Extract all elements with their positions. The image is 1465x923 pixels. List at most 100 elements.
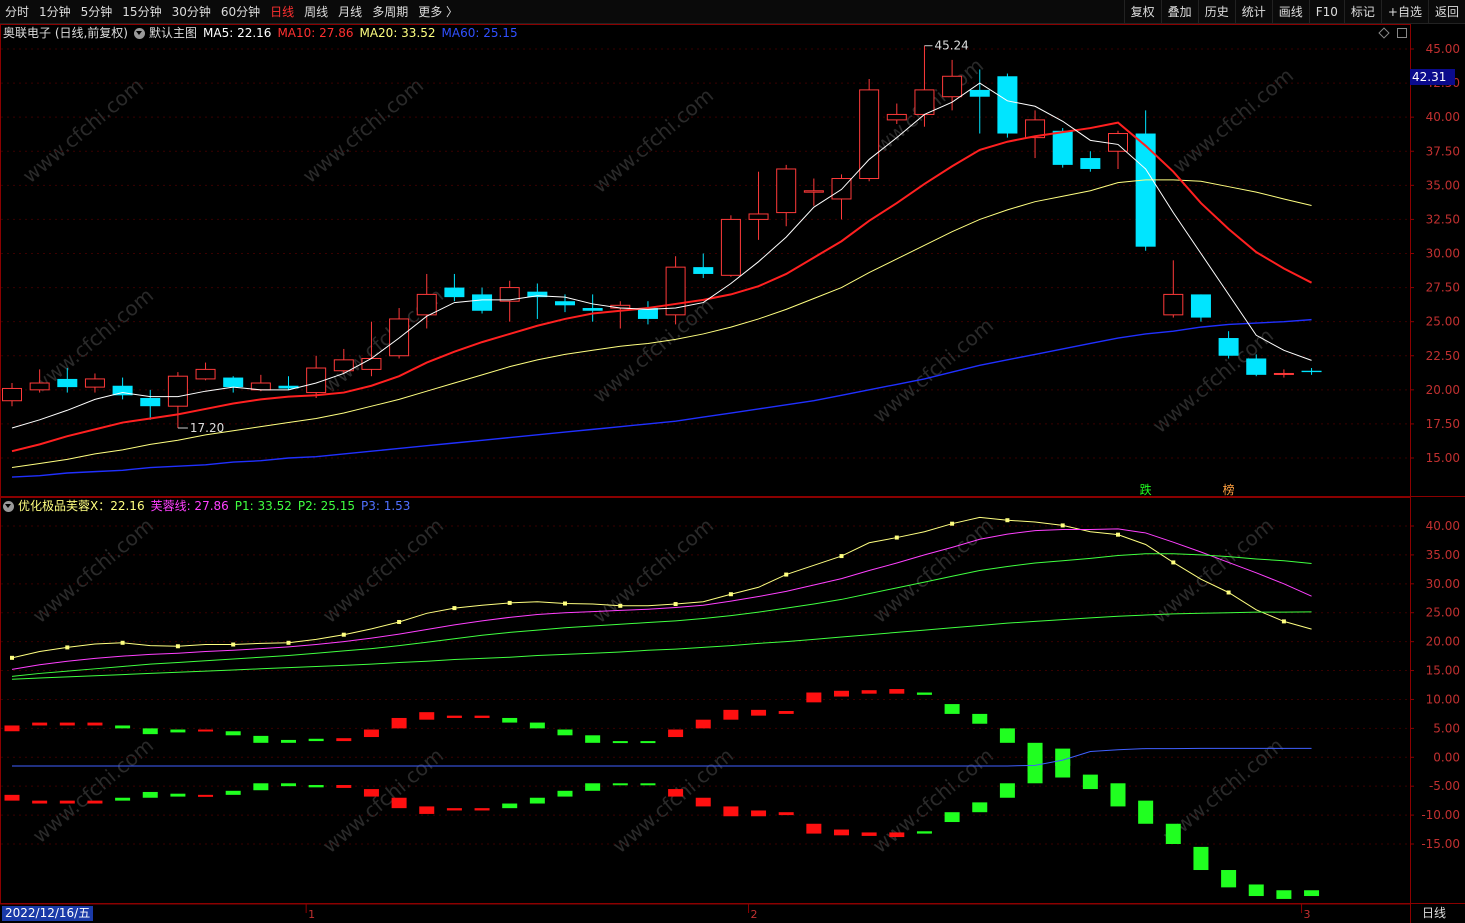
indicator-y-tick-label: 40.00: [1426, 519, 1460, 533]
indicator-bar-lower: [253, 783, 269, 791]
toolbar-button[interactable]: 历史: [1197, 0, 1235, 24]
toolbar-button[interactable]: 返回: [1427, 0, 1465, 24]
indicator-bar-upper: [198, 729, 214, 732]
indicator-bar-lower: [502, 803, 518, 809]
candle-body: [886, 113, 907, 121]
candle-body: [361, 357, 382, 370]
candle-body: [803, 190, 824, 193]
toolbar-button[interactable]: 标记: [1343, 0, 1381, 24]
toolbar-button[interactable]: 叠加: [1160, 0, 1198, 24]
watermark-text: www.cfchi.com: [28, 513, 158, 628]
indicator-bar-lower: [889, 832, 905, 838]
period-tab[interactable]: 1分钟: [34, 0, 76, 24]
candle-body: [555, 301, 575, 306]
indicator-dot: [1171, 560, 1176, 565]
indicator-bar-upper: [474, 715, 490, 718]
watermark-text: www.cfchi.com: [868, 313, 998, 428]
candle-body: [693, 267, 714, 274]
indicator-dot: [397, 619, 402, 624]
period-tab[interactable]: 周线: [299, 0, 333, 24]
main-y-tick-label: 25.00: [1426, 315, 1460, 329]
indicator-y-tick-label: -5.00: [1429, 779, 1460, 793]
period-tabs: 分时 1分钟 5分钟 15分钟 30分钟 60分钟 日线 周线 月线 多周期 更多 〉: [0, 0, 463, 24]
candle-body: [1108, 133, 1128, 152]
toolbar-button[interactable]: +自选: [1380, 0, 1428, 24]
indicator-bar-upper: [640, 741, 656, 744]
period-tab[interactable]: 更多 〉: [413, 0, 463, 24]
main-y-tick-label: 30.00: [1426, 247, 1460, 261]
candle-body: [1135, 133, 1156, 247]
indicator-bar-upper: [834, 690, 849, 697]
period-tab[interactable]: 5分钟: [76, 0, 118, 24]
period-tab[interactable]: 分时: [0, 0, 34, 24]
main-y-tick-label: 15.00: [1426, 451, 1460, 465]
indicator-y-tick-label: -15.00: [1421, 837, 1460, 851]
period-tab[interactable]: 多周期: [367, 0, 413, 24]
indicator-bar-upper: [59, 722, 75, 726]
indicator-dot: [1005, 518, 1010, 523]
period-tab[interactable]: 30分钟: [167, 0, 216, 24]
indicator-bar-lower: [446, 808, 462, 811]
watermark-text: www.cfchi.com: [588, 83, 718, 198]
indicator-bar-upper: [87, 722, 103, 726]
current-price-tag: 42.31: [1410, 69, 1455, 85]
indicator-bar-lower: [723, 806, 739, 817]
candle-body: [914, 89, 935, 115]
indicator-bar-lower: [861, 832, 877, 836]
kline-chart[interactable]: www.cfchi.com www.cfchi.com www.cfchi.com w…: [0, 24, 1465, 923]
candle-body: [776, 168, 797, 214]
indicator-bar-upper: [1276, 890, 1292, 899]
candle-body: [582, 308, 603, 311]
toolbar-button[interactable]: 统计: [1234, 0, 1272, 24]
toolbar-button[interactable]: 复权: [1123, 0, 1161, 24]
watermark-text: www.cfchi.com: [298, 73, 428, 188]
period-tab[interactable]: 15分钟: [117, 0, 166, 24]
indicator-bar-upper: [1248, 884, 1264, 897]
indicator-dot: [950, 521, 955, 526]
candle-body: [748, 213, 769, 220]
indicator-bar-lower: [281, 783, 296, 787]
indicator-bar-upper: [446, 715, 462, 718]
indicator-y-tick-label: 35.00: [1426, 548, 1460, 562]
candle-body: [333, 359, 354, 372]
indicator-bar-upper: [806, 692, 822, 703]
period-indicator[interactable]: 日线: [1422, 906, 1446, 921]
indicator-bar-lower: [806, 823, 822, 834]
indicator-dot: [452, 606, 457, 611]
toolbar-button[interactable]: F10: [1308, 0, 1344, 24]
indicator-y-tick-label: 10.00: [1426, 692, 1460, 706]
indicator-bar-lower: [419, 806, 435, 814]
indicator-bar-lower: [640, 783, 656, 786]
period-tab[interactable]: 月线: [333, 0, 367, 24]
indicator-y-tick-label: 25.00: [1426, 606, 1460, 620]
indicator-bar-upper: [585, 735, 601, 743]
candle-body: [1218, 338, 1239, 356]
period-tab[interactable]: 60分钟: [216, 0, 265, 24]
period-tab[interactable]: 日线: [265, 0, 299, 24]
indicator-bar-upper: [529, 722, 545, 729]
candle-body: [2, 387, 22, 402]
toolbar-button[interactable]: 画线: [1271, 0, 1309, 24]
indicator-bar-lower: [999, 783, 1015, 798]
ma10-line: [11, 121, 1313, 453]
indicator-bar-upper: [944, 704, 960, 714]
indicator-bar-upper: [668, 729, 684, 738]
watermark-text: www.cfchi.com: [868, 743, 998, 858]
indicator-bar-lower: [751, 810, 767, 817]
indicator-bar-upper: [916, 692, 932, 695]
indicator-dot: [1060, 523, 1065, 528]
indicator-bar-lower: [972, 802, 988, 813]
indicator-dot: [10, 655, 14, 660]
indicator-bar-upper: [1165, 823, 1181, 844]
indicator-bar-lower: [529, 797, 545, 804]
indicator-bar-upper: [972, 713, 988, 724]
main-y-tick-label: 17.50: [1426, 417, 1460, 431]
indicator-bar-lower: [585, 783, 601, 791]
main-y-tick-label: 27.50: [1426, 281, 1460, 295]
indicator-bar-upper: [1221, 870, 1237, 888]
candle-body: [444, 287, 465, 298]
indicator-y-tick-label: 15.00: [1426, 664, 1460, 678]
indicator-dot: [341, 632, 346, 637]
indicator-bar-upper: [557, 729, 573, 736]
indicator-bar-upper: [336, 738, 352, 742]
